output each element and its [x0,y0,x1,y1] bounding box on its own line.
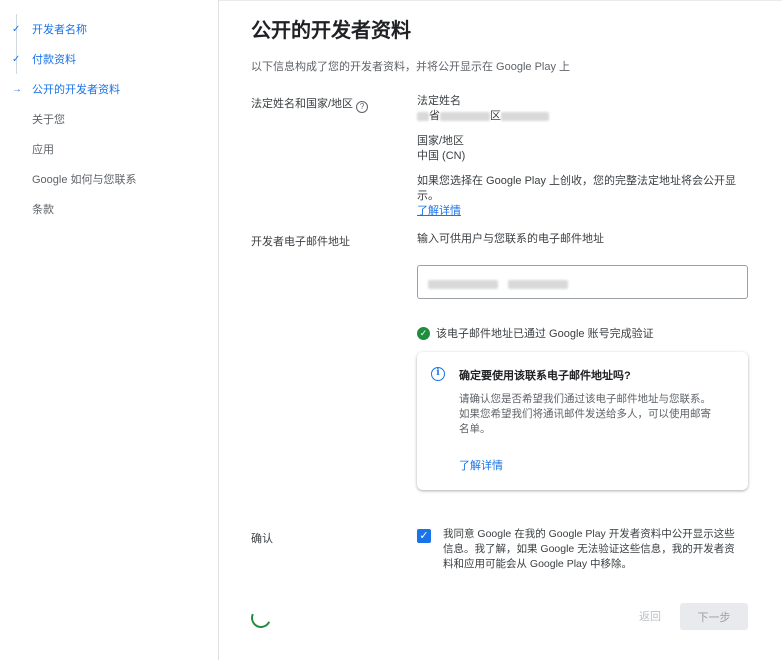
info-icon: i [431,367,445,381]
legal-learn-more-link[interactable]: 了解详情 [417,204,752,219]
sidebar-item-public-profile[interactable]: → 公开的开发者资料 [0,78,218,100]
sidebar-item-terms[interactable]: 条款 [0,198,218,220]
legal-name-label: 法定姓名和国家/地区? [251,95,369,113]
legal-name-heading: 法定姓名 [417,95,461,107]
sidebar-item-payment-profile[interactable]: ✓ 付款资料 [0,48,218,70]
check-icon: ✓ [12,23,21,35]
email-prompt: 输入可供用户与您联系的电子邮件地址 [417,233,604,245]
sidebar-item-label: 关于您 [32,114,65,126]
sidebar-item-label: 应用 [32,144,54,156]
legal-address-value: 省区 [417,109,549,124]
sidebar-item-label: 开发者名称 [32,24,87,36]
email-verified-status: ✓ 该电子邮件地址已通过 Google 账号完成验证 [417,325,654,341]
loading-spinner-icon [248,605,274,631]
sidebar-item-label: 公开的开发者资料 [32,84,120,96]
confirm-label: 确认 [251,533,273,545]
help-icon[interactable]: ? [356,101,369,113]
card-title: 确定要使用该联系电子邮件地址吗? [459,370,631,382]
sidebar-item-label: 付款资料 [32,54,76,66]
check-circle-icon: ✓ [417,326,430,340]
card-learn-more-link[interactable]: 了解详情 [459,457,503,473]
page-subtitle: 以下信息构成了您的开发者资料，并将公开显示在 Google Play 上 [251,61,571,73]
sidebar-item-contact[interactable]: Google 如何与您联系 [0,168,218,190]
arrow-right-icon: → [12,83,22,95]
sidebar-item-label: Google 如何与您联系 [32,174,137,186]
page-title: 公开的开发者资料 [251,20,411,42]
sidebar-item-developer-name[interactable]: ✓ 开发者名称 [0,18,218,40]
sidebar-item-label: 条款 [32,204,54,216]
card-body: 请确认您是否希望我们通过该电子邮件地址与您联系。如果您希望我们将通讯邮件发送给多… [459,393,711,435]
legal-name-block: 法定姓名 省区 [417,94,549,124]
sidebar-nav: ✓ 开发者名称 ✓ 付款资料 → 公开的开发者资料 关于您 应用 Google … [0,0,219,660]
next-button[interactable]: 下一步 [680,603,748,630]
country-heading: 国家/地区 [417,135,465,147]
consent-checkbox[interactable]: ✓ [417,529,431,543]
sidebar-item-apps[interactable]: 应用 [0,138,218,160]
top-divider [219,0,782,4]
consent-text: 我同意 Google 在我的 Google Play 开发者资料中公开显示这些信… [443,528,735,570]
email-label: 开发者电子邮件地址 [251,236,350,248]
country-value: 中国 (CN) [417,150,466,162]
back-button[interactable]: 返回 [628,603,672,629]
email-confirm-card: i 确定要使用该联系电子邮件地址吗? 请确认您是否希望我们通过该电子邮件地址与您… [417,352,748,490]
email-field[interactable] [417,265,748,299]
legal-note: 如果您选择在 Google Play 上创收，您的完整法定地址将会公开显示。 了… [417,174,752,219]
country-block: 国家/地区 中国 (CN) [417,134,465,164]
sidebar-item-about-you[interactable]: 关于您 [0,108,218,130]
check-icon: ✓ [12,53,21,65]
